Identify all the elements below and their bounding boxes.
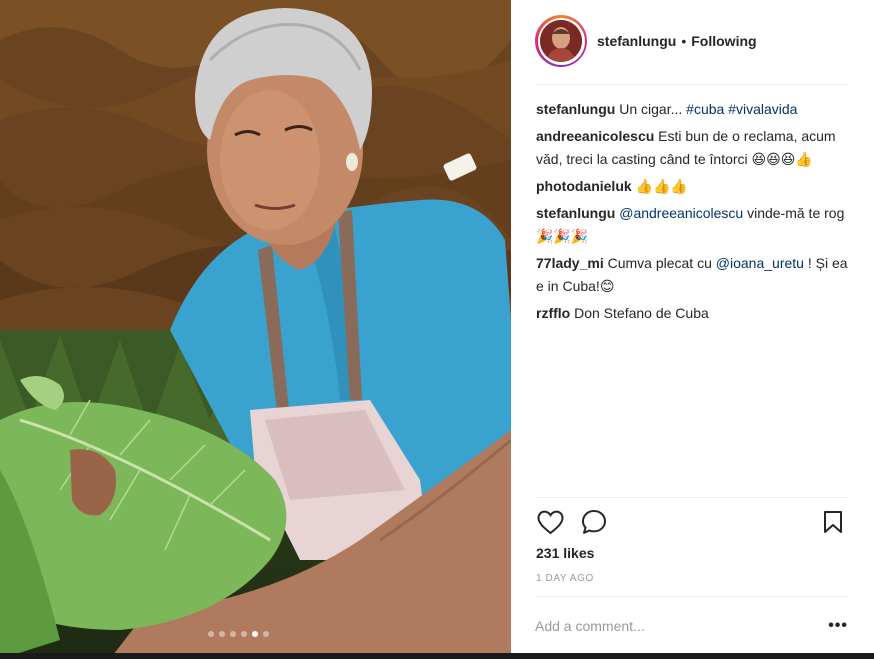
window-bottom-edge <box>0 653 874 659</box>
comment-text: Un cigar... <box>615 101 687 117</box>
comment-item: photodanieluk 👍👍👍 <box>536 175 848 198</box>
comment-bubble-icon <box>582 510 606 534</box>
comment-box-divider <box>535 596 848 597</box>
add-comment-bar: ••• <box>535 608 848 644</box>
carousel-dot[interactable] <box>219 631 225 637</box>
post-timestamp[interactable]: 1 DAY AGO <box>536 573 594 584</box>
carousel-dot[interactable] <box>208 631 214 637</box>
comment-item: stefanlungu @andreeanicolescu vinde-mă t… <box>536 202 848 248</box>
comment-tag-link[interactable]: @ioana_uretu <box>716 255 804 271</box>
carousel-dot[interactable] <box>263 631 269 637</box>
comment-item: stefanlungu Un cigar... #cuba #vivalavid… <box>536 98 848 121</box>
comment-username[interactable]: rzfflo <box>536 305 570 321</box>
comment-username[interactable]: andreeanicolescu <box>536 128 654 144</box>
post-photo[interactable] <box>0 0 511 659</box>
carousel-dot[interactable] <box>241 631 247 637</box>
comment-username[interactable]: 77lady_mi <box>536 255 604 271</box>
add-comment-input[interactable] <box>535 618 824 634</box>
post-actions <box>535 507 848 537</box>
comment-username[interactable]: photodanieluk <box>536 178 632 194</box>
header-divider <box>535 84 848 85</box>
comment-item: rzfflo Don Stefano de Cuba <box>536 302 848 325</box>
carousel-dots <box>208 631 269 637</box>
comment-username[interactable]: stefanlungu <box>536 205 615 221</box>
carousel-dot[interactable] <box>230 631 236 637</box>
story-ring[interactable] <box>535 15 587 67</box>
carousel-dot[interactable] <box>252 631 258 637</box>
comment-item: andreeanicolescu Esti bun de o reclama, … <box>536 125 848 171</box>
save-button[interactable] <box>818 507 848 537</box>
avatar-photo-icon <box>540 20 582 62</box>
comment-text: 👍👍👍 <box>631 178 688 194</box>
comment-text: Cumva plecat cu <box>603 255 716 271</box>
avatar-frame <box>537 17 585 65</box>
header-separator: • <box>681 33 687 49</box>
like-button[interactable] <box>535 507 565 537</box>
avatar[interactable] <box>540 20 582 62</box>
following-button[interactable]: Following <box>691 33 756 49</box>
post-author-username[interactable]: stefanlungu <box>597 33 676 49</box>
comment-item: 77lady_mi Cumva plecat cu @ioana_uretu !… <box>536 252 848 298</box>
comment-tag-link[interactable]: #vivalavida <box>728 101 797 117</box>
post-details-panel: stefanlungu • Following stefanlungu Un c… <box>511 0 874 653</box>
comment-text: Don Stefano de Cuba <box>570 305 709 321</box>
comments-list: stefanlungu Un cigar... #cuba #vivalavid… <box>536 98 848 329</box>
heart-icon <box>536 510 564 534</box>
bookmark-icon <box>824 511 842 533</box>
more-options-button[interactable]: ••• <box>824 617 848 635</box>
comment-tag-link[interactable]: @andreeanicolescu <box>619 205 743 221</box>
likes-count[interactable]: 231 likes <box>536 545 594 561</box>
post-header: stefanlungu • Following <box>535 14 757 68</box>
comment-username[interactable]: stefanlungu <box>536 101 615 117</box>
comment-button[interactable] <box>579 507 609 537</box>
comment-tag-link[interactable]: #cuba <box>686 101 724 117</box>
photo-illustration <box>0 0 511 659</box>
actions-divider <box>535 497 848 498</box>
